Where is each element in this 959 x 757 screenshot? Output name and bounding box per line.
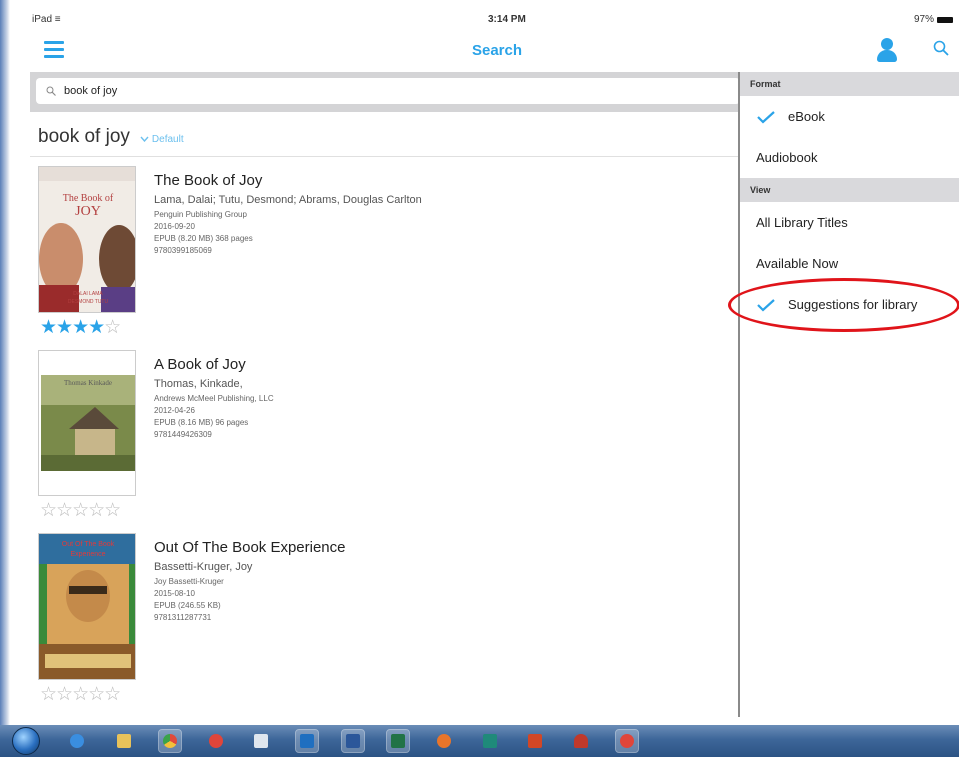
menu-icon[interactable] bbox=[44, 41, 64, 58]
filter-item-ebook[interactable]: eBook bbox=[740, 96, 959, 137]
checkmark-icon bbox=[757, 298, 775, 312]
rating-stars[interactable]: ☆☆☆☆☆ bbox=[40, 683, 121, 706]
window-edge bbox=[0, 0, 10, 725]
book-cover[interactable]: Thomas Kinkade bbox=[38, 350, 136, 496]
remote-app-icon[interactable] bbox=[570, 730, 592, 752]
filter-item-label: Audiobook bbox=[756, 150, 818, 165]
powerpoint-icon[interactable] bbox=[524, 730, 546, 752]
checkmark-icon bbox=[757, 110, 775, 124]
search-input[interactable] bbox=[64, 85, 664, 97]
book-cover-image: The Book of JOY DALAI LAMA DESMOND TUTU bbox=[39, 167, 135, 312]
sort-dropdown[interactable]: Default bbox=[140, 134, 184, 145]
user-icon[interactable] bbox=[876, 38, 898, 62]
search-icon[interactable] bbox=[933, 40, 949, 56]
status-bar: iPad ≡ 3:14 PM 97% bbox=[12, 12, 959, 30]
view-section-header: View bbox=[740, 178, 959, 202]
filter-item-available-now[interactable]: Available Now bbox=[740, 243, 959, 284]
results-query: book of joy bbox=[38, 126, 130, 147]
firefox-icon[interactable] bbox=[433, 730, 455, 752]
internet-explorer-icon[interactable] bbox=[66, 730, 88, 752]
book-publisher: Andrews McMeel Publishing, LLC bbox=[154, 394, 274, 403]
book-author: Bassetti-Kruger, Joy bbox=[154, 561, 253, 573]
filter-item-audiobook[interactable]: Audiobook bbox=[740, 137, 959, 178]
rating-stars[interactable]: ☆☆☆☆☆ bbox=[40, 499, 121, 522]
book-format: EPUB (246.55 KB) bbox=[154, 601, 221, 610]
filter-item-label: eBook bbox=[788, 109, 825, 124]
battery-icon bbox=[937, 16, 953, 23]
page-title: Search bbox=[471, 42, 523, 59]
svg-text:Out Of The Book: Out Of The Book bbox=[62, 541, 115, 548]
book-date: 2012-04-26 bbox=[154, 406, 195, 415]
publisher-icon[interactable] bbox=[479, 730, 501, 752]
outlook-icon[interactable] bbox=[295, 729, 319, 753]
format-section-header: Format bbox=[740, 72, 959, 96]
search-field-icon bbox=[46, 86, 56, 96]
rating-stars[interactable]: ★★★★☆ bbox=[40, 316, 121, 339]
book-title[interactable]: The Book of Joy bbox=[154, 172, 422, 189]
svg-text:Experience: Experience bbox=[70, 551, 105, 558]
book-date: 2015-08-10 bbox=[154, 589, 195, 598]
file-explorer-icon[interactable] bbox=[113, 730, 135, 752]
filter-item-label: All Library Titles bbox=[756, 215, 848, 230]
book-isbn: 9780399185069 bbox=[154, 246, 212, 255]
book-cover[interactable]: Out Of The Book Experience bbox=[38, 533, 136, 680]
filter-item-label: Available Now bbox=[756, 256, 839, 271]
sort-label: Default bbox=[151, 133, 184, 145]
chrome-icon[interactable] bbox=[158, 729, 182, 753]
status-time: 3:14 PM bbox=[488, 14, 526, 25]
battery-indicator: 97% bbox=[914, 14, 953, 25]
book-format: EPUB (8.16 MB) 96 pages bbox=[154, 418, 249, 427]
chevron-down-icon bbox=[140, 136, 149, 142]
book-isbn: 9781449426309 bbox=[154, 430, 212, 439]
divider bbox=[30, 156, 738, 157]
start-button[interactable] bbox=[12, 727, 40, 755]
book-title[interactable]: Out Of The Book Experience bbox=[154, 539, 346, 556]
results-header: book of joy Default bbox=[38, 126, 184, 148]
taskbar bbox=[0, 725, 959, 757]
filter-item-label: Suggestions for library bbox=[788, 297, 918, 312]
book-author: Thomas, Kinkade, bbox=[154, 378, 243, 390]
filter-item-suggestions-for-library[interactable]: Suggestions for library bbox=[740, 284, 959, 325]
svg-text:DALAI LAMA: DALAI LAMA bbox=[73, 291, 103, 297]
excel-icon[interactable] bbox=[386, 729, 410, 753]
red-app-icon[interactable] bbox=[205, 730, 227, 752]
book-cover-image: Thomas Kinkade bbox=[39, 351, 135, 495]
svg-text:Thomas Kinkade: Thomas Kinkade bbox=[64, 379, 112, 387]
svg-text:DESMOND TUTU: DESMOND TUTU bbox=[68, 299, 109, 305]
svg-text:The Book of: The Book of bbox=[63, 193, 114, 204]
notepad-icon[interactable] bbox=[250, 730, 272, 752]
book-isbn: 9781311287731 bbox=[154, 613, 212, 622]
filter-panel: Format eBook Audiobook View All Library … bbox=[728, 72, 959, 717]
book-cover-image: Out Of The Book Experience bbox=[39, 534, 135, 679]
svg-text:JOY: JOY bbox=[75, 204, 101, 219]
book-title[interactable]: A Book of Joy bbox=[154, 356, 274, 373]
word-icon[interactable] bbox=[341, 729, 365, 753]
device-label: iPad ≡ bbox=[32, 14, 61, 25]
book-publisher: Penguin Publishing Group bbox=[154, 210, 247, 219]
book-cover[interactable]: The Book of JOY DALAI LAMA DESMOND TUTU bbox=[38, 166, 136, 313]
search-bar bbox=[30, 72, 740, 112]
ipad-screen: iPad ≡ 3:14 PM 97% Search book of joy bo… bbox=[0, 0, 959, 757]
book-publisher: Joy Bassetti-Kruger bbox=[154, 577, 224, 586]
search-field[interactable] bbox=[36, 78, 740, 104]
red-app-icon-2[interactable] bbox=[615, 729, 639, 753]
book-author: Lama, Dalai; Tutu, Desmond; Abrams, Doug… bbox=[154, 194, 422, 206]
book-format: EPUB (8.20 MB) 368 pages bbox=[154, 234, 253, 243]
nav-bar: Search bbox=[12, 30, 959, 72]
filter-item-all-library-titles[interactable]: All Library Titles bbox=[740, 202, 959, 243]
book-date: 2016-09-20 bbox=[154, 222, 195, 231]
battery-percent: 97% bbox=[913, 14, 934, 25]
